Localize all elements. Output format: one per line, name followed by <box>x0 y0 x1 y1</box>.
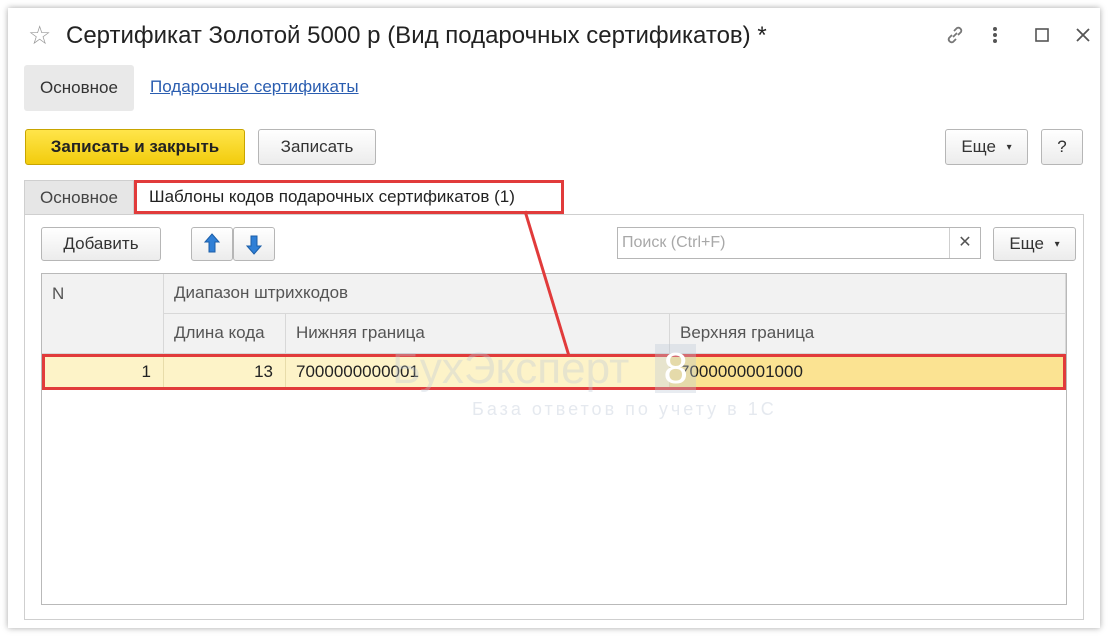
panel-more-button[interactable]: Еще ▾ <box>993 227 1076 261</box>
window-title: Сертификат Золотой 5000 р (Вид подарочны… <box>66 22 767 49</box>
tab-code-templates[interactable]: Шаблоны кодов подарочных сертификатов (1… <box>134 180 564 214</box>
templates-panel: Добавить Поиск (Ctrl+F) ✕ Еще ▾ N Диапаз… <box>24 214 1084 620</box>
save-button[interactable]: Записать <box>258 129 376 165</box>
arrow-up-icon <box>202 233 222 262</box>
column-header-lower-bound[interactable]: Нижняя граница <box>286 314 670 354</box>
search-field[interactable]: Поиск (Ctrl+F) ✕ <box>617 227 981 259</box>
star-icon[interactable]: ☆ <box>28 22 51 48</box>
nav-gift-certificates-link[interactable]: Подарочные сертификаты <box>150 77 359 97</box>
column-header-n[interactable]: N <box>42 274 164 354</box>
save-and-close-button[interactable]: Записать и закрыть <box>25 129 245 165</box>
chevron-down-icon: ▾ <box>1006 141 1012 153</box>
cell-n: 1 <box>42 354 164 390</box>
column-group-header-barcode-range: Диапазон штрихкодов <box>164 274 1066 314</box>
column-header-upper-bound[interactable]: Верхняя граница <box>670 314 1066 354</box>
add-button[interactable]: Добавить <box>41 227 161 261</box>
tab-main[interactable]: Основное <box>24 180 134 214</box>
table-row[interactable]: 1 13 7000000000001 7000000001000 <box>42 354 1066 390</box>
chevron-down-icon: ▾ <box>1054 238 1060 250</box>
more-menu-button[interactable]: Еще ▾ <box>945 129 1028 165</box>
arrow-down-icon <box>244 235 264 262</box>
column-header-code-length[interactable]: Длина кода <box>164 314 286 354</box>
cell-upper-bound: 7000000001000 <box>670 354 1066 390</box>
cell-lower-bound: 7000000000001 <box>286 354 670 390</box>
link-icon[interactable] <box>944 24 966 51</box>
more-menu-label: Еще <box>961 137 996 156</box>
more-vertical-icon[interactable] <box>990 24 1000 51</box>
nav-main-item[interactable]: Основное <box>24 65 134 111</box>
panel-more-label: Еще <box>1009 234 1044 253</box>
close-icon[interactable] <box>1074 24 1092 51</box>
form-window: ☆ Сертификат Золотой 5000 р (Вид подароч… <box>8 8 1100 628</box>
help-button[interactable]: ? <box>1041 129 1083 165</box>
move-down-button[interactable] <box>233 227 275 261</box>
clear-search-icon[interactable]: ✕ <box>949 228 980 258</box>
cell-code-length: 13 <box>164 354 286 390</box>
code-templates-table: N Диапазон штрихкодов Длина кода Нижняя … <box>41 273 1067 605</box>
search-input[interactable]: Поиск (Ctrl+F) <box>622 234 725 252</box>
maximize-icon[interactable] <box>1034 24 1050 51</box>
watermark-tagline: База ответов по учету в 1С <box>472 399 777 419</box>
title-bar: ☆ Сертификат Золотой 5000 р (Вид подароч… <box>8 8 1100 64</box>
move-up-button[interactable] <box>191 227 233 261</box>
